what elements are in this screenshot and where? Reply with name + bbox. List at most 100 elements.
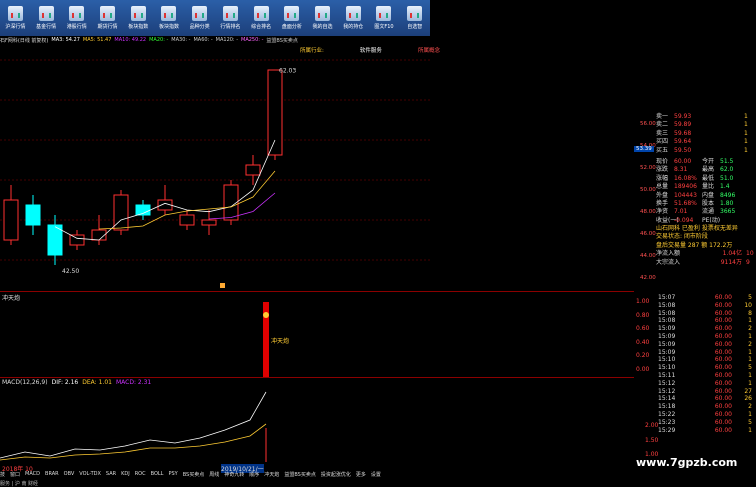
macd-panel: MACD(12,26,9) DIF: 2.16 DEA: 1.01 MACD: … [0, 377, 658, 473]
toolbar-button-7[interactable]: 行情排名 [215, 0, 246, 36]
toolbar-button-10[interactable]: 我的自选 [307, 0, 338, 36]
stat-value: 1.80 [720, 199, 734, 207]
price-scale-label: 50.00 [640, 187, 656, 193]
tick-list: 15:07 60.00 5 15:08 60.00 10 15:08 60.00 8 15:08 6… [634, 294, 756, 434]
indicator-tab-15[interactable]: 冲天炮 [264, 471, 279, 479]
toolbar-button-2[interactable]: 港股行情 [61, 0, 92, 36]
stat-value: 60.00 [674, 157, 692, 165]
hk-icon [69, 6, 85, 21]
concept-link[interactable]: 所属概念 [418, 46, 440, 54]
indicator-tab-19[interactable]: 设置 [371, 471, 381, 479]
fund-icon [38, 6, 54, 21]
chart-info-line: 石F网科(日线 前复权) MA3: 54.27 MA5: 51.47 MA10:… [0, 37, 430, 45]
order-book-row: 卖一 59.93 1 [656, 113, 756, 121]
ma5-value: MA5: 51.47 [82, 37, 112, 43]
indicator-tab-12[interactable]: 周线 [209, 471, 219, 479]
indicator-tab-10[interactable]: PSY [168, 471, 177, 479]
tick-volume: 5 [748, 294, 752, 301]
indicator-tab-2[interactable]: MACD [25, 471, 40, 479]
tick-row: 15:10 60.00 1 [658, 356, 756, 364]
tick-time: 15:18 [658, 403, 676, 411]
indicator-tab-11[interactable]: BS买卖点 [183, 471, 205, 479]
toolbar-button-3[interactable]: 期货行情 [92, 0, 123, 36]
toolbar-button-9[interactable]: 盘面分析 [276, 0, 307, 36]
toolbar-button-0[interactable]: 沪深行情 [0, 0, 31, 36]
indicator-tab-16[interactable]: 益盟BS买卖点 [284, 471, 316, 479]
tick-row: 15:22 60.00 1 [658, 411, 756, 419]
indicator-tab-8[interactable]: ROC [135, 471, 146, 479]
indicator-tab-13[interactable]: 神奇九转 [224, 471, 244, 479]
toolbar-button-8[interactable]: 综合排名 [246, 0, 277, 36]
order-book-row: 买四 59.64 1 [656, 138, 756, 146]
main-toolbar: 沪深行情 基金行情 港股行情 期货行情 板块指数 板块指数 品种分类 行情排名 综合排名 盘面分析… [0, 0, 430, 36]
stat-key: 流通 [702, 208, 715, 216]
toolbar-button-11[interactable]: 我的持仓 [338, 0, 369, 36]
toolbar-button-label: 我的自选 [312, 24, 333, 30]
order-price: 59.93 [674, 113, 692, 120]
stat-value: 51.0 [720, 174, 734, 182]
stat-value: 3665 [720, 208, 736, 216]
order-book-row: 卖三 59.68 1 [656, 130, 756, 138]
software-link[interactable]: 软件服务 [360, 46, 382, 54]
toolbar-button-label: 期货行情 [97, 24, 118, 30]
toolbar-button-6[interactable]: 品种分类 [184, 0, 215, 36]
toolbar-button-4[interactable]: 板块指数 [123, 0, 154, 36]
indicator-tab-5[interactable]: VOL-TDX [79, 471, 101, 479]
stat-value: 8496 [720, 191, 736, 199]
candle-body [179, 214, 195, 226]
ma20-value: MA20: - [149, 37, 169, 43]
indicator-tab-6[interactable]: SAR [106, 471, 116, 479]
smart-icon [407, 6, 423, 21]
price-box: 53.39 [634, 146, 654, 152]
low-price-label: 42.50 [62, 268, 79, 275]
stat-value: 104443 [674, 191, 697, 199]
indicator-tab-7[interactable]: KDJ [121, 471, 130, 479]
tick-volume: 10 [744, 301, 752, 309]
tick-time: 15:14 [658, 395, 676, 403]
stat-value: 16.08% [674, 174, 697, 182]
stat-value: 51.5 [720, 157, 734, 165]
tick-price: 60.00 [714, 364, 732, 372]
indicator-tab-3[interactable]: BRAR [45, 471, 59, 479]
toolbar-button-label: 自选智 [407, 24, 423, 30]
indicator-tab-18[interactable]: 更多 [356, 471, 366, 479]
indicator-tab-1[interactable]: 窗口 [10, 471, 20, 479]
stat-key: 最高 [702, 166, 715, 174]
tick-row: 15:07 60.00 5 [658, 294, 756, 302]
indicator-tab-0[interactable]: 技 [0, 471, 5, 479]
tick-row: 15:08 60.00 1 [658, 317, 756, 325]
toolbar-button-13[interactable]: 自选智 [399, 0, 430, 36]
industry-link[interactable]: 所属行业: [300, 46, 324, 54]
tick-time: 15:09 [658, 332, 676, 340]
indicator-tab-4[interactable]: OBV [64, 471, 75, 479]
ma3-value: MA3: 54.27 [51, 37, 80, 43]
price-scale-label: 42.00 [640, 275, 656, 281]
quote-icon [7, 6, 23, 21]
toolbar-button-5[interactable]: 板块指数 [154, 0, 185, 36]
f10-icon [376, 6, 392, 21]
toolbar-button-12[interactable]: 图文F10 [369, 0, 400, 36]
tick-time: 15:08 [658, 309, 676, 317]
indicator-tab-14[interactable]: 顺序 [249, 471, 259, 479]
tick-price: 60.00 [714, 387, 732, 395]
candle-body [3, 199, 19, 241]
toolbar-button-1[interactable]: 基金行情 [31, 0, 62, 36]
tick-row: 15:09 60.00 2 [658, 341, 756, 349]
status-bar: 服务 | 沪 南 财经 [0, 481, 39, 487]
order-volume: 1 [744, 129, 748, 137]
tick-volume: 1 [748, 356, 752, 364]
indicator-tab-17[interactable]: 投资起涨优化 [321, 471, 351, 479]
tick-row: 15:08 60.00 10 [658, 302, 756, 310]
candle-body [201, 219, 217, 226]
indicator-tab-9[interactable]: BOLL [151, 471, 164, 479]
tick-row: 15:29 60.00 1 [658, 427, 756, 435]
industry-links: 所属行业: 软件服务 所属概念 [300, 46, 440, 54]
tick-row: 15:12 60.00 27 [658, 388, 756, 396]
stat-key: 量比 [702, 183, 715, 191]
axis-tick-label: 1.50 [645, 436, 659, 444]
toolbar-button-label: 图文F10 [374, 24, 394, 30]
toolbar-button-label: 品种分类 [189, 24, 210, 30]
tick-volume: 1 [748, 371, 752, 379]
analysis-icon [284, 6, 300, 21]
futures-icon [100, 6, 116, 21]
